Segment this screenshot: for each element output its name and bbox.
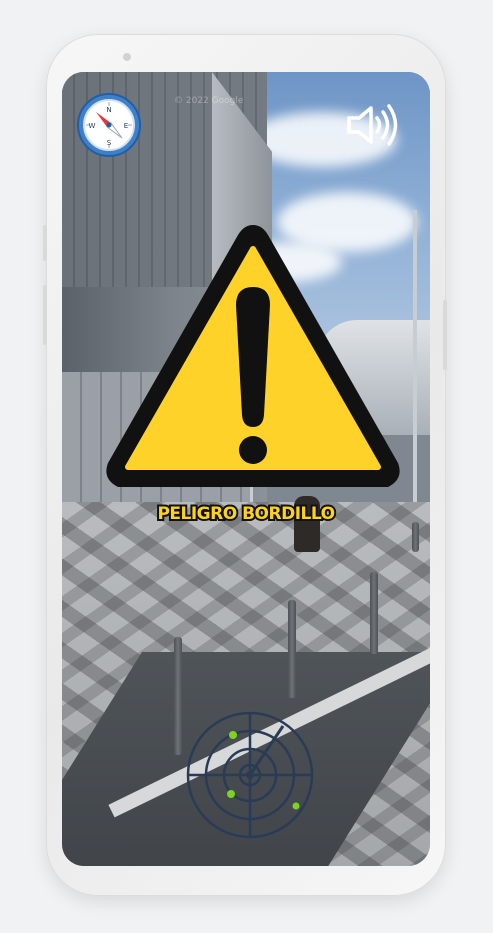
compass-label-south: S bbox=[107, 139, 112, 147]
alert-label: PELIGRO BORDILLO bbox=[155, 502, 337, 526]
compass-icon: N S E W bbox=[77, 93, 141, 157]
compass-label-east: E bbox=[124, 122, 128, 130]
radar-blip bbox=[292, 802, 300, 810]
compass-label-north: N bbox=[106, 106, 111, 114]
sound-toggle-button[interactable] bbox=[344, 100, 400, 150]
bollard bbox=[412, 522, 419, 552]
camera-view: © 2022 Google N S E W PELIGRO BORDILLO bbox=[62, 72, 430, 866]
radar-blip bbox=[227, 790, 235, 798]
volume-up-button bbox=[43, 225, 47, 261]
radar-blip bbox=[229, 731, 237, 739]
volume-down-button bbox=[43, 285, 47, 345]
front-camera bbox=[123, 53, 131, 61]
radar-button[interactable] bbox=[183, 708, 317, 842]
radar-icon bbox=[186, 711, 314, 839]
map-watermark: © 2022 Google bbox=[174, 96, 244, 106]
warning-triangle-icon bbox=[106, 225, 400, 487]
bollard bbox=[174, 637, 182, 755]
speaker-volume-icon bbox=[347, 104, 398, 146]
compass-label-west: W bbox=[89, 122, 96, 130]
street-lamp bbox=[413, 210, 417, 510]
bollard bbox=[288, 600, 296, 698]
power-button bbox=[443, 300, 447, 370]
compass-button[interactable]: N S E W bbox=[76, 92, 142, 158]
bollard bbox=[370, 572, 378, 654]
